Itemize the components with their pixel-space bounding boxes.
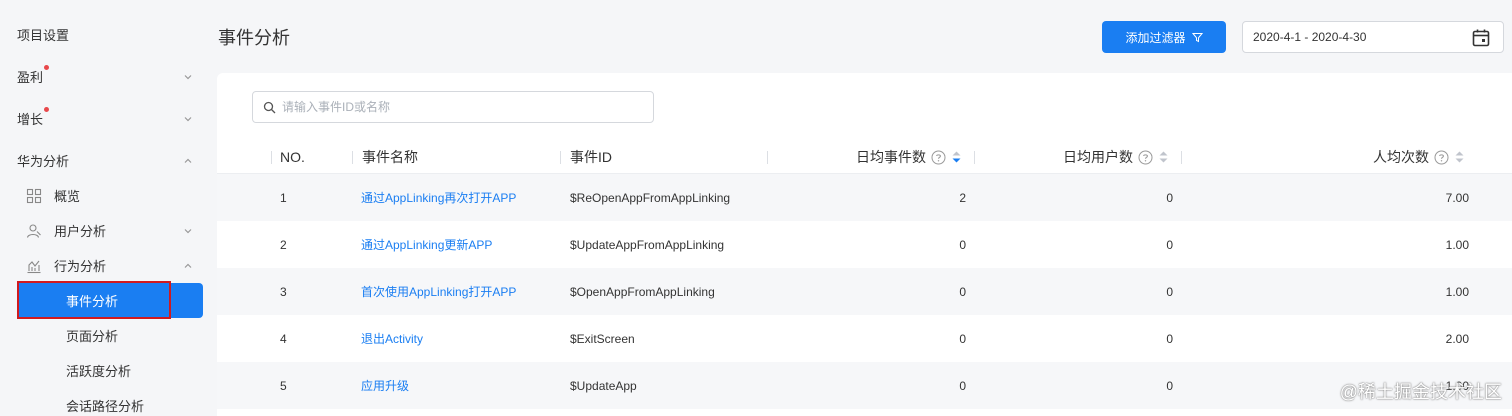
- add-filter-label: 添加过滤器: [1125, 30, 1186, 45]
- help-icon[interactable]: [1434, 150, 1449, 165]
- cell-daily-events: 2: [959, 190, 966, 205]
- event-name-link[interactable]: 退出Activity: [361, 315, 423, 362]
- sort-icon[interactable]: [1159, 151, 1168, 163]
- sidebar-item-page-analysis[interactable]: 页面分析: [0, 318, 207, 353]
- col-header-daily-events[interactable]: 日均事件数: [856, 140, 961, 174]
- cell-avg-per-user: 7.00: [1445, 190, 1469, 205]
- sidebar-item-label: 事件分析: [66, 294, 119, 309]
- sidebar-item-label: 用户分析: [54, 224, 107, 239]
- cell-daily-users: 0: [1166, 284, 1173, 299]
- chevron-down-icon: [183, 72, 193, 82]
- cell-daily-events: 0: [959, 331, 966, 346]
- chevron-up-icon: [183, 261, 193, 271]
- sidebar-item-behavior-analysis[interactable]: 行为分析: [0, 248, 207, 283]
- event-name-link[interactable]: 首次使用AppLinking打开APP: [361, 268, 516, 315]
- sidebar-item-label: 行为分析: [54, 259, 107, 274]
- bar-chart-icon: [26, 258, 42, 274]
- cell-no: 5: [280, 378, 287, 393]
- cell-event-id: $UpdateAppFromAppLinking: [570, 237, 725, 252]
- sidebar: 项目设置 盈利 增长 华为分析 概览 用户分析 行为分析 事件分析 页面分析 活…: [0, 0, 207, 416]
- cell-daily-users: 0: [1166, 190, 1173, 205]
- calendar-icon[interactable]: [1471, 28, 1491, 48]
- sort-icon[interactable]: [952, 151, 961, 163]
- sidebar-item-label: 页面分析: [66, 329, 119, 344]
- table-row[interactable]: 2 通过AppLinking更新APP $UpdateAppFromAppLin…: [217, 221, 1512, 268]
- help-icon[interactable]: [931, 150, 946, 165]
- cell-avg-per-user: 1.00: [1445, 237, 1469, 252]
- cell-daily-users: 0: [1166, 331, 1173, 346]
- sidebar-item-event-analysis[interactable]: 事件分析: [17, 283, 203, 318]
- cell-no: 1: [280, 190, 287, 205]
- cell-daily-events: 0: [959, 237, 966, 252]
- date-range-value: 2020-4-1 - 2020-4-30: [1253, 30, 1367, 44]
- event-name-link[interactable]: 应用升级: [361, 362, 409, 409]
- sort-icon[interactable]: [1455, 151, 1464, 163]
- cell-daily-users: 0: [1166, 378, 1173, 393]
- column-divider: [560, 151, 561, 164]
- search-icon: [263, 101, 276, 113]
- sidebar-item-label: 会话路径分析: [66, 399, 145, 414]
- chevron-up-icon: [183, 156, 193, 166]
- event-table-card: NO. 事件名称 事件ID 日均事件数 日均用户数 人均次数: [217, 73, 1512, 416]
- grid-icon: [26, 188, 42, 204]
- cell-avg-per-user: 2.00: [1445, 331, 1469, 346]
- help-icon[interactable]: [1138, 150, 1153, 165]
- sidebar-item-label: 华为分析: [17, 154, 70, 169]
- notification-dot: [44, 107, 50, 112]
- cell-event-id: $OpenAppFromAppLinking: [570, 284, 715, 299]
- sidebar-item-growth[interactable]: 增长: [0, 101, 207, 136]
- sidebar-item-profit[interactable]: 盈利: [0, 59, 207, 94]
- sidebar-item-label: 活跃度分析: [66, 364, 132, 379]
- cell-daily-users: 0: [1166, 237, 1173, 252]
- sidebar-item-label: 概览: [54, 189, 81, 204]
- watermark: @稀土掘金技术社区: [1339, 382, 1502, 402]
- sidebar-item-activity-analysis[interactable]: 活跃度分析: [0, 353, 207, 388]
- table-row[interactable]: 4 退出Activity $ExitScreen 0 0 2.00: [217, 315, 1512, 362]
- chevron-down-icon: [183, 114, 193, 124]
- sidebar-item-session-path-analysis[interactable]: 会话路径分析: [0, 388, 207, 416]
- sidebar-item-overview[interactable]: 概览: [0, 178, 207, 213]
- sidebar-item-user-analysis[interactable]: 用户分析: [0, 213, 207, 248]
- event-name-link[interactable]: 通过AppLinking再次打开APP: [361, 174, 516, 221]
- col-header-avg-per-user[interactable]: 人均次数: [1373, 140, 1464, 174]
- cell-daily-events: 0: [959, 284, 966, 299]
- column-divider: [974, 151, 975, 164]
- cell-no: 4: [280, 331, 287, 346]
- sidebar-item-huawei-analytics[interactable]: 华为分析: [0, 143, 207, 178]
- cell-daily-events: 0: [959, 378, 966, 393]
- table-row[interactable]: 1 通过AppLinking再次打开APP $ReOpenAppFromAppL…: [217, 174, 1512, 221]
- col-header-no: NO.: [280, 149, 305, 165]
- add-filter-button[interactable]: 添加过滤器: [1102, 21, 1226, 53]
- column-divider: [1181, 151, 1182, 164]
- cell-event-id: $ReOpenAppFromAppLinking: [570, 190, 731, 205]
- notification-dot: [44, 65, 50, 70]
- sidebar-item-label: 项目设置: [17, 28, 70, 43]
- table-row[interactable]: 3 首次使用AppLinking打开APP $OpenAppFromAppLin…: [217, 268, 1512, 315]
- cell-event-id: $UpdateApp: [570, 378, 637, 393]
- filter-icon: [1191, 32, 1203, 42]
- column-divider: [271, 151, 272, 164]
- col-header-event-name: 事件名称: [362, 149, 418, 165]
- column-divider: [767, 151, 768, 164]
- chevron-down-icon: [183, 226, 193, 236]
- cell-avg-per-user: 1.00: [1445, 284, 1469, 299]
- table-row[interactable]: 5 应用升级 $UpdateApp 0 0 1.00: [217, 362, 1512, 409]
- event-name-link[interactable]: 通过AppLinking更新APP: [361, 221, 492, 268]
- page-title: 事件分析: [218, 28, 290, 48]
- date-range-picker[interactable]: 2020-4-1 - 2020-4-30: [1242, 21, 1504, 53]
- table-header: NO. 事件名称 事件ID 日均事件数 日均用户数 人均次数: [217, 140, 1512, 174]
- cell-no: 3: [280, 284, 287, 299]
- search-box[interactable]: [252, 91, 654, 123]
- sidebar-item-label: 增长: [17, 107, 50, 128]
- col-header-daily-users[interactable]: 日均用户数: [1063, 140, 1168, 174]
- search-input[interactable]: [282, 100, 642, 114]
- col-header-event-id: 事件ID: [570, 149, 612, 165]
- cell-no: 2: [280, 237, 287, 252]
- sidebar-item-project-settings[interactable]: 项目设置: [0, 17, 207, 52]
- sidebar-item-label: 盈利: [17, 65, 50, 86]
- cell-event-id: $ExitScreen: [570, 331, 635, 346]
- user-icon: [26, 223, 42, 239]
- column-divider: [352, 151, 353, 164]
